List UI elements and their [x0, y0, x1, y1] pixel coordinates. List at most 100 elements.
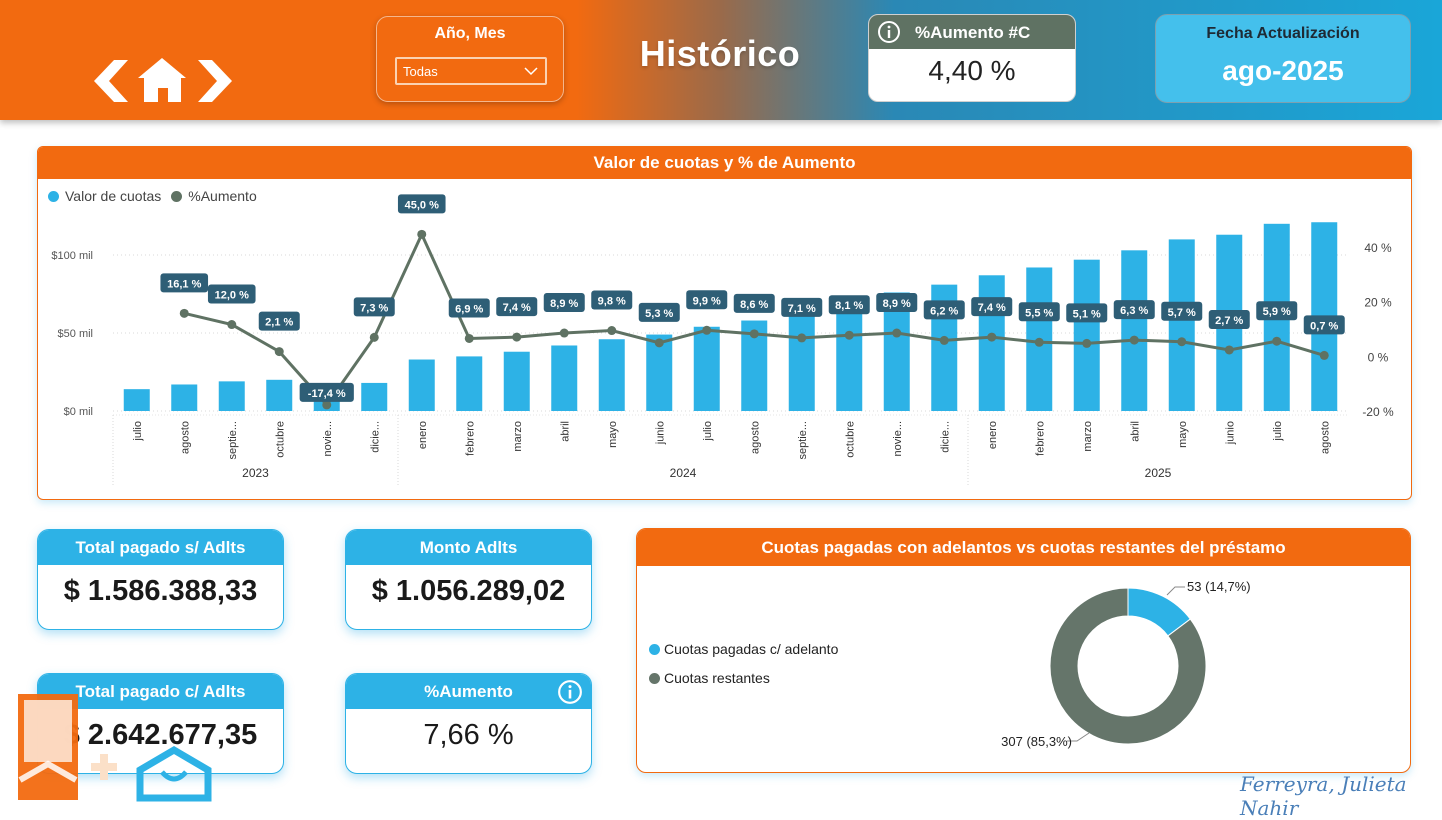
x-tick-label: dicie...	[939, 421, 951, 453]
point-aumento	[1272, 336, 1282, 346]
bar-valor-cuotas	[1121, 250, 1148, 411]
point-aumento	[227, 320, 237, 330]
bar-valor-cuotas	[218, 381, 245, 411]
y-tick-right: -20 %	[1362, 405, 1394, 419]
data-label-aumento: 2,7 %	[1215, 315, 1243, 327]
kpi-aumento-title: %Aumento	[424, 682, 513, 701]
kpi-monto-adelantos: Monto Adlts $ 1.056.289,02	[345, 529, 592, 630]
point-aumento	[512, 332, 522, 342]
data-label-aumento: 7,3 %	[360, 302, 388, 314]
point-aumento	[1224, 345, 1234, 355]
data-label-aumento: 7,1 %	[788, 303, 816, 315]
x-tick-label: enero	[417, 421, 429, 449]
filter-dropdown[interactable]: Todas	[395, 57, 547, 85]
leader-line	[1166, 586, 1185, 596]
data-label-restantes: 307 (85,3%)	[1001, 734, 1072, 749]
update-date-label: Fecha Actualización	[1206, 25, 1360, 42]
filter-value: Todas	[403, 64, 438, 79]
bar-valor-cuotas	[836, 306, 863, 411]
bar-valor-cuotas	[123, 389, 150, 411]
point-aumento	[892, 328, 902, 338]
kpi-monto-adelantos-value: $ 1.056.289,02	[371, 575, 566, 607]
forward-arrow-icon[interactable]	[198, 60, 232, 102]
data-label-aumento: 8,1 %	[835, 300, 863, 312]
data-label-aumento: 9,8 %	[598, 296, 626, 308]
data-label-aumento: 6,2 %	[930, 305, 958, 317]
point-aumento	[844, 330, 854, 340]
y-tick-left: $100 mil	[51, 250, 93, 262]
bar-valor-cuotas	[693, 326, 720, 411]
filter-label: Año, Mes	[434, 25, 506, 42]
bar-valor-cuotas	[1073, 259, 1100, 411]
year-label: 2023	[242, 466, 269, 480]
x-tick-label: agosto	[179, 421, 191, 454]
home-icon[interactable]	[138, 58, 186, 102]
x-tick-label: mayo	[607, 421, 619, 448]
kpi-total-sin-adelantos-title: Total pagado s/ Adlts	[38, 530, 283, 565]
point-aumento	[179, 308, 189, 318]
data-label-aumento: 5,7 %	[1168, 307, 1196, 319]
donut-chart-panel: Cuotas pagadas con adelantos vs cuotas r…	[636, 528, 1411, 773]
x-tick-label: mayo	[1177, 421, 1189, 448]
bar-valor-cuotas	[978, 275, 1005, 411]
point-aumento	[559, 328, 569, 338]
x-tick-label: septie...	[797, 421, 809, 460]
bar-valor-cuotas	[361, 382, 388, 411]
x-tick-label: octubre	[844, 421, 856, 458]
brand-logo	[16, 688, 216, 808]
info-icon[interactable]	[877, 20, 901, 44]
point-aumento	[369, 332, 379, 342]
data-label-aumento: 16,1 %	[167, 278, 201, 290]
data-label-aumento: 8,9 %	[550, 298, 578, 310]
year-label: 2024	[670, 466, 697, 480]
x-tick-label: julio	[702, 421, 714, 442]
bar-valor-cuotas	[171, 384, 198, 411]
data-label-aumento: 8,9 %	[883, 298, 911, 310]
x-tick-label: febrero	[464, 421, 476, 456]
data-label-aumento: 6,3 %	[1120, 305, 1148, 317]
kpi-monto-adelantos-title: Monto Adlts	[346, 530, 591, 565]
data-label-aumento: 7,4 %	[503, 302, 531, 314]
x-tick-label: novie...	[892, 421, 904, 456]
year-month-filter: Año, Mes Todas	[376, 16, 564, 102]
x-tick-label: junio	[1224, 421, 1236, 445]
x-tick-label: febrero	[1034, 421, 1046, 456]
data-label-aumento: -17,4 %	[308, 388, 346, 400]
point-aumento	[1082, 338, 1092, 348]
point-aumento	[702, 325, 712, 335]
kpi-aumento-c-title: %Aumento #C	[915, 23, 1031, 42]
bar-valor-cuotas	[266, 379, 293, 411]
x-tick-label: octubre	[274, 421, 286, 458]
bar-valor-cuotas	[503, 351, 530, 411]
point-aumento	[1129, 335, 1139, 345]
kpi-total-sin-adelantos-value: $ 1.586.388,33	[63, 575, 258, 607]
data-label-aumento: 5,3 %	[645, 308, 673, 320]
data-label-aumento: 5,1 %	[1073, 308, 1101, 320]
back-arrow-icon[interactable]	[94, 60, 128, 102]
bar-valor-cuotas	[1168, 239, 1195, 411]
kpi-aumento: %Aumento 7,66 %	[345, 673, 592, 774]
point-aumento	[1319, 350, 1329, 360]
kpi-total-sin-adelantos: Total pagado s/ Adlts $ 1.586.388,33	[37, 529, 284, 630]
point-aumento	[1177, 337, 1187, 347]
x-tick-label: novie...	[322, 421, 334, 456]
point-aumento	[417, 229, 427, 239]
year-label: 2025	[1145, 466, 1172, 480]
update-date-card: Fecha Actualización ago-2025	[1155, 14, 1411, 103]
info-icon[interactable]	[557, 679, 583, 705]
x-tick-label: agosto	[1319, 421, 1331, 454]
navigation	[92, 56, 234, 106]
kpi-aumento-value: 7,66 %	[423, 719, 514, 751]
point-aumento	[749, 329, 759, 339]
y-tick-right: 40 %	[1364, 241, 1392, 255]
point-aumento	[274, 347, 284, 357]
data-label-aumento: 0,7 %	[1310, 320, 1338, 332]
donut-chart: 53 (14,7%) 307 (85,3%)	[1001, 579, 1250, 749]
point-aumento	[464, 333, 474, 343]
data-label-aumento: 12,0 %	[215, 290, 249, 302]
data-label-aumento: 2,1 %	[265, 317, 293, 329]
x-tick-label: junio	[654, 421, 666, 445]
y-tick-right: 20 %	[1364, 296, 1392, 310]
x-tick-label: marzo	[1082, 421, 1094, 452]
author-signature: Ferreyra, Julieta Nahir	[1240, 772, 1407, 820]
